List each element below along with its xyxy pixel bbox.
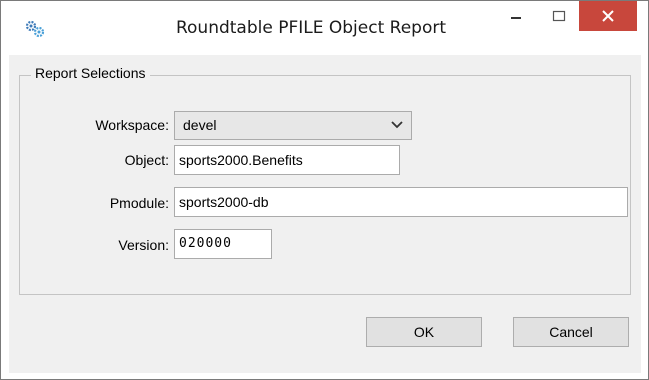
version-label: Version: — [118, 237, 169, 253]
maximize-button[interactable] — [541, 1, 577, 31]
report-selections-group — [19, 75, 631, 295]
workspace-select[interactable]: devel — [174, 111, 412, 140]
object-input[interactable]: sports2000.Benefits — [174, 145, 400, 175]
group-legend: Report Selections — [31, 65, 150, 81]
minimize-button[interactable] — [498, 1, 534, 31]
close-icon — [602, 10, 614, 22]
minimize-icon — [511, 17, 521, 19]
workspace-value: devel — [183, 117, 217, 133]
dialog-body: Report Selections Workspace: devel Objec… — [9, 55, 641, 373]
pmodule-input[interactable]: sports2000-db — [174, 187, 628, 217]
title-bar[interactable]: Roundtable PFILE Object Report — [1, 1, 648, 55]
maximize-icon — [552, 10, 566, 22]
close-button[interactable] — [579, 1, 637, 31]
report-dialog: Roundtable PFILE Object Report Report Se… — [0, 0, 649, 380]
cancel-button[interactable]: Cancel — [513, 317, 629, 347]
object-label: Object: — [124, 152, 169, 168]
chevron-down-icon — [391, 121, 403, 129]
pmodule-label: Pmodule: — [109, 195, 169, 211]
workspace-label: Workspace: — [95, 117, 169, 133]
ok-button[interactable]: OK — [366, 317, 482, 347]
version-input[interactable]: 020000 — [174, 229, 272, 259]
